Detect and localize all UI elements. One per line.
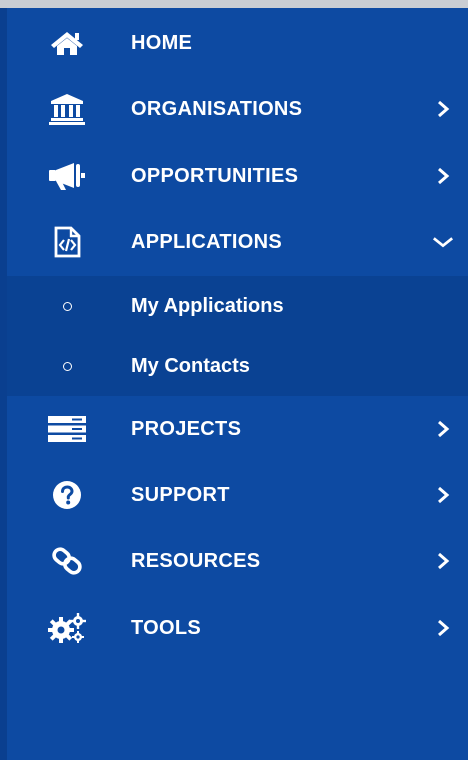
- code-file-icon: [47, 225, 87, 259]
- megaphone-icon: [47, 159, 87, 193]
- home-icon: [47, 26, 87, 60]
- sidebar-item-projects[interactable]: PROJECTS: [7, 396, 468, 462]
- sidebar-item-label: PROJECTS: [131, 417, 242, 440]
- sidebar-item-home[interactable]: HOME: [7, 10, 468, 76]
- applications-submenu: My Applications My Contacts: [7, 276, 468, 396]
- sidebar-item-applications[interactable]: APPLICATIONS: [7, 209, 468, 275]
- question-circle-icon: [47, 478, 87, 512]
- submenu-item-label: My Contacts: [131, 354, 250, 377]
- server-icon: [47, 412, 87, 446]
- sidebar-item-label: TOOLS: [131, 616, 202, 639]
- chevron-right-icon: [432, 617, 454, 639]
- sidebar-item-label: ORGANISATIONS: [131, 97, 303, 120]
- sidebar-item-label: HOME: [131, 31, 193, 54]
- bullet-circle-icon: [63, 361, 72, 371]
- sidebar-item-label: APPLICATIONS: [131, 230, 283, 253]
- submenu-item-my-contacts[interactable]: My Contacts: [7, 336, 468, 396]
- submenu-item-label: My Applications: [131, 294, 284, 317]
- sidebar-item-tools[interactable]: TOOLS: [7, 595, 468, 661]
- gears-icon: [47, 611, 87, 645]
- bullet-circle-icon: [63, 301, 72, 311]
- chevron-right-icon: [432, 484, 454, 506]
- sidebar-left-edge: [0, 8, 7, 760]
- chevron-right-icon: [432, 418, 454, 440]
- bank-icon: [47, 92, 87, 126]
- chevron-right-icon: [432, 98, 454, 120]
- chevron-right-icon: [432, 165, 454, 187]
- sidebar-item-label: RESOURCES: [131, 549, 261, 572]
- chevron-right-icon: [432, 550, 454, 572]
- sidebar-item-label: SUPPORT: [131, 483, 230, 506]
- sidebar-item-opportunities[interactable]: OPPORTUNITIES: [7, 143, 468, 209]
- window-top-bar: [0, 0, 468, 8]
- chevron-down-icon: [432, 231, 454, 253]
- sidebar-item-label: OPPORTUNITIES: [131, 164, 299, 187]
- sidebar: HOME ORGANISATIONS OPPORTUNITIES APPLICA…: [7, 8, 468, 760]
- link-icon: [47, 544, 87, 578]
- sidebar-item-resources[interactable]: RESOURCES: [7, 528, 468, 594]
- sidebar-item-support[interactable]: SUPPORT: [7, 462, 468, 528]
- sidebar-item-organisations[interactable]: ORGANISATIONS: [7, 76, 468, 142]
- submenu-item-my-applications[interactable]: My Applications: [7, 276, 468, 336]
